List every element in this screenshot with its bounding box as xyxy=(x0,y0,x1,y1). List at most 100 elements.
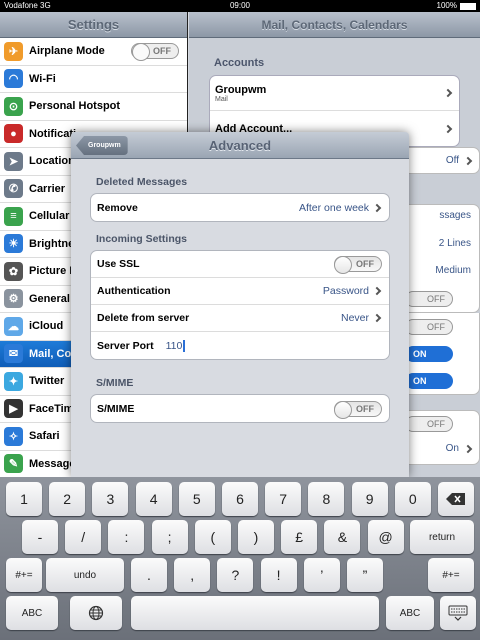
advanced-modal: Groupwm Advanced Deleted Messages Remove… xyxy=(71,132,409,477)
key[interactable]: 4 xyxy=(135,482,172,516)
key[interactable]: ! xyxy=(260,558,297,592)
toggle-off-3[interactable]: OFF xyxy=(405,416,453,432)
toggle-on-2[interactable]: ON xyxy=(405,373,453,389)
key[interactable]: 6 xyxy=(222,482,258,516)
abc-key-left[interactable]: ABC xyxy=(6,596,58,630)
authentication-label: Authentication xyxy=(97,285,171,297)
sidebar-item-label: Personal Hotspot xyxy=(29,100,121,113)
key[interactable]: 9 xyxy=(351,482,388,516)
key[interactable]: ) xyxy=(238,520,274,554)
undo-key[interactable]: undo xyxy=(46,558,124,592)
key[interactable]: 0 xyxy=(394,482,431,516)
accounts-heading: Accounts xyxy=(214,57,265,69)
authentication-row[interactable]: Authentication Password xyxy=(91,278,389,305)
cellular-icon: ≡ xyxy=(4,206,23,226)
sidebar-item[interactable]: ✈ Airplane Mode OFF xyxy=(0,38,187,66)
clock: 09:00 xyxy=(229,1,251,10)
fetch-value: Off xyxy=(446,155,473,166)
airplane-mode-toggle[interactable]: OFF xyxy=(131,43,179,62)
sidebar-item-label: Cellular xyxy=(29,210,70,223)
detail-title: Mail, Contacts, Calendars xyxy=(189,12,480,38)
key[interactable]: £ xyxy=(281,520,318,554)
key[interactable]: 5 xyxy=(178,482,215,516)
twitter-icon: ✦ xyxy=(4,371,23,391)
toggle-off-1[interactable]: OFF xyxy=(405,291,453,307)
use-ssl-toggle[interactable]: OFF xyxy=(334,256,382,274)
chevron-right-icon xyxy=(372,286,382,296)
key[interactable]: & xyxy=(324,520,361,554)
battery-indicator: 100% xyxy=(437,0,476,12)
battery-icon xyxy=(460,2,476,10)
smime-label: S/MIME xyxy=(97,402,135,415)
key[interactable]: - xyxy=(22,520,58,554)
key[interactable]: ; xyxy=(151,520,188,554)
battery-percent: 100% xyxy=(436,1,457,10)
chevron-right-icon xyxy=(463,444,473,453)
key[interactable]: 7 xyxy=(265,482,302,516)
modal-title: Advanced xyxy=(208,137,272,153)
key[interactable]: ’ xyxy=(303,558,340,592)
remove-row[interactable]: Remove After one week xyxy=(91,194,389,221)
sidebar-item[interactable]: ◠ Wi-Fi xyxy=(0,66,187,93)
toggle-on-1[interactable]: ON xyxy=(405,346,453,362)
notifications-icon: ● xyxy=(4,124,23,144)
remove-label: Remove xyxy=(97,201,138,214)
key[interactable]: 2 xyxy=(49,482,86,516)
key[interactable]: : xyxy=(108,520,145,554)
sidebar-item-label: General xyxy=(29,292,70,305)
key[interactable]: . xyxy=(131,558,167,592)
sidebar-item-label: Message xyxy=(29,457,76,470)
key[interactable]: / xyxy=(65,520,102,554)
medium-value: Medium xyxy=(435,265,471,276)
key[interactable]: @ xyxy=(367,520,404,554)
picture-frame-icon: ✿ xyxy=(4,261,23,281)
sidebar-item-label: FaceTim xyxy=(29,402,74,415)
return-key[interactable]: return xyxy=(410,520,474,554)
abc-key-right[interactable]: ABC xyxy=(386,596,434,630)
account-row[interactable]: Groupwm Mail xyxy=(210,76,459,111)
chevron-right-icon xyxy=(372,203,382,212)
key[interactable]: 3 xyxy=(92,482,129,516)
smime-toggle[interactable]: OFF xyxy=(334,400,382,419)
sidebar-item-label: iCloud xyxy=(29,320,64,333)
toggle-off-2[interactable]: OFF xyxy=(405,319,453,335)
gear-icon: ⚙ xyxy=(4,289,23,309)
smime-heading: S/MIME xyxy=(96,377,134,389)
authentication-value: Password xyxy=(322,285,369,297)
sidebar-item-label: Wi-Fi xyxy=(29,72,56,85)
sidebar-item-label: Airplane Mode xyxy=(29,45,105,58)
phone-icon: ✆ xyxy=(4,179,23,199)
key[interactable]: 1 xyxy=(6,482,42,516)
keyboard: return #+= undo #+= ABC ABC 1 2 3 4 5 6 7 8 9 0 - /… xyxy=(0,477,480,640)
hide-keyboard-key[interactable] xyxy=(440,596,476,630)
modal-navbar: Groupwm Advanced xyxy=(71,132,409,159)
back-button[interactable]: Groupwm xyxy=(76,136,128,155)
space-key[interactable] xyxy=(131,596,379,630)
sidebar-item[interactable]: ⊙ Personal Hotspot xyxy=(0,93,187,121)
sidebar-item-label: Safari xyxy=(29,430,60,443)
sidebar-item-label: Brightne xyxy=(29,237,75,250)
key[interactable]: ? xyxy=(217,558,254,592)
account-name: Groupwm xyxy=(215,83,267,96)
delete-key[interactable] xyxy=(438,482,474,516)
status-bar: Vodafone 3G 09:00 100% xyxy=(0,0,480,12)
globe-icon xyxy=(88,605,104,621)
messages-value: ssages xyxy=(439,210,471,221)
delete-from-server-row[interactable]: Delete from server Never xyxy=(91,305,389,332)
use-ssl-label: Use SSL xyxy=(97,258,140,270)
shift-symbols-key-left[interactable]: #+= xyxy=(6,558,42,592)
key[interactable]: ( xyxy=(194,520,231,554)
globe-key[interactable] xyxy=(70,596,122,630)
sidebar-item-label: Notificati xyxy=(29,127,77,140)
smime-row: S/MIME OFF xyxy=(91,395,389,422)
server-port-value: 110 xyxy=(165,339,183,352)
deleted-messages-heading: Deleted Messages xyxy=(96,176,188,188)
text-cursor xyxy=(183,339,185,352)
key[interactable]: , xyxy=(174,558,211,592)
key[interactable]: 8 xyxy=(308,482,345,516)
key[interactable]: ” xyxy=(347,558,383,592)
sidebar-title: Settings xyxy=(0,12,187,38)
deleted-messages-group: Remove After one week xyxy=(90,193,390,222)
server-port-input[interactable]: 110 xyxy=(165,339,185,352)
shift-symbols-key-right[interactable]: #+= xyxy=(428,558,474,592)
